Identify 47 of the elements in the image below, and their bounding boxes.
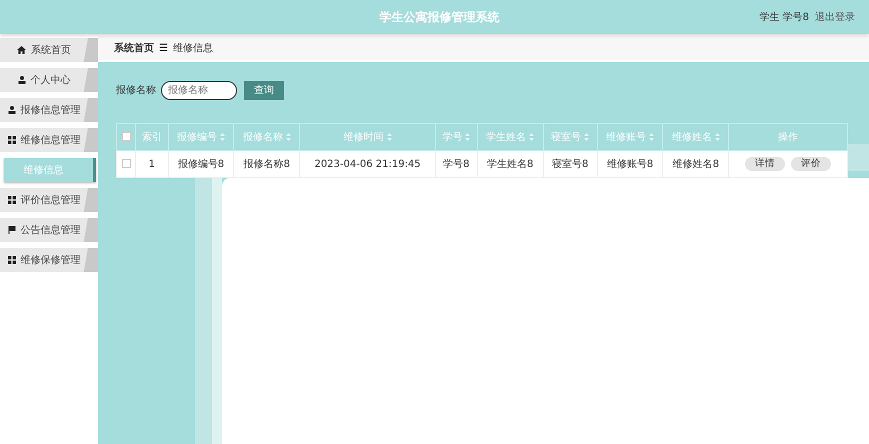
table-cell: 报修编号8	[178, 159, 224, 170]
sort-icon[interactable]	[286, 133, 291, 142]
table-row[interactable]: 1 报修编号8 报修名称8 2023-04-06 21:19:45 学号8 学生姓名8 寝室号8 维修账号8 维修姓名8 详情 评价	[116, 150, 848, 178]
search-label: 报修名称	[116, 84, 156, 97]
logout-link[interactable]: 退出登录	[815, 10, 855, 24]
search-field[interactable]: 报修名称	[161, 80, 237, 100]
breadcrumb-item: 维修信息	[172, 42, 213, 55]
checkbox[interactable]	[122, 132, 131, 142]
sort-icon[interactable]	[584, 133, 590, 142]
flag-icon	[8, 226, 16, 234]
home-icon	[17, 46, 26, 54]
sidebar-item[interactable]: 报修信息管理	[0, 98, 98, 122]
user-label: 学生 学号8	[759, 10, 809, 24]
grid-icon	[8, 136, 16, 144]
table-cell: 1	[148, 158, 156, 170]
sort-icon[interactable]	[649, 133, 654, 142]
sort-icon[interactable]	[220, 133, 225, 142]
sidebar-item[interactable]: 评价信息管理	[0, 188, 98, 212]
column-header: 操作	[778, 132, 798, 143]
breadcrumb-separator: ☰	[159, 42, 168, 54]
sidebar-item[interactable]: 系统首页	[0, 38, 98, 62]
person-icon	[8, 106, 16, 114]
checkbox[interactable]	[122, 159, 131, 168]
table-cell: 2023-04-06 21:19:45	[314, 158, 421, 170]
sidebar-item[interactable]: 公告信息管理	[0, 218, 98, 242]
table-cell: 学号8	[443, 159, 470, 170]
table-cell: 维修姓名8	[672, 159, 720, 170]
sort-icon[interactable]	[386, 133, 392, 142]
table-cell: 报修名称8	[244, 159, 290, 170]
action-button[interactable]: 评价	[791, 157, 832, 171]
sidebar-item[interactable]: 个人中心	[0, 68, 98, 92]
sort-icon[interactable]	[465, 133, 470, 142]
sort-icon[interactable]	[529, 133, 534, 142]
sidebar-item[interactable]: 维修信息管理	[0, 128, 98, 152]
action-button[interactable]: 详情	[745, 157, 786, 171]
sort-icon[interactable]	[714, 133, 720, 142]
breadcrumb-item[interactable]: 系统首页	[114, 41, 154, 55]
grid-icon	[8, 256, 16, 264]
app-title: 学生公寓报修管理系统	[378, 8, 501, 26]
table-cell: 学生姓名8	[487, 159, 534, 170]
column-header: 索引	[142, 132, 162, 143]
person-icon	[18, 76, 26, 84]
grid-icon	[8, 196, 16, 204]
table-cell: 寝室号8	[552, 159, 588, 170]
search-button[interactable]: 查询	[244, 80, 284, 100]
table-cell: 维修账号8	[606, 159, 654, 170]
sidebar-item[interactable]: 维修保修管理	[0, 248, 98, 272]
